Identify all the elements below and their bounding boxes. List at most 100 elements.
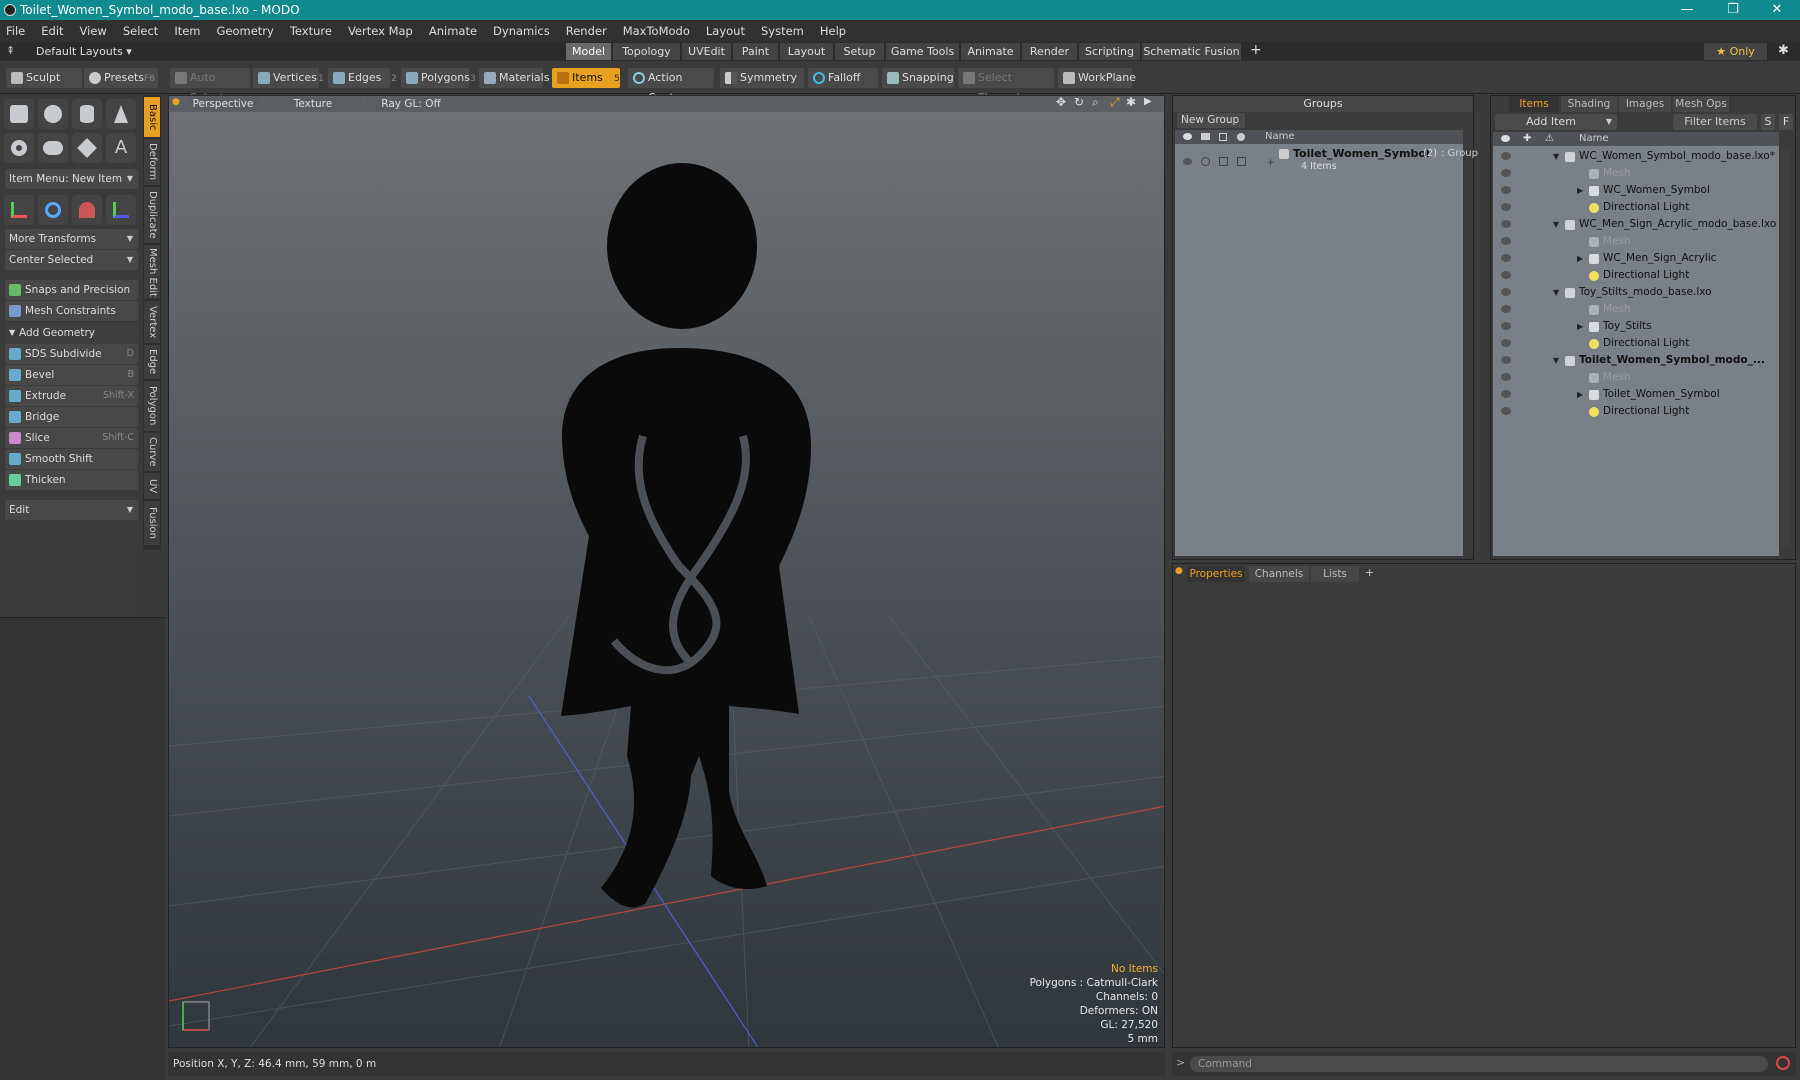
tab-model[interactable]: Model [566,43,612,60]
tab-shading[interactable]: Shading [1561,96,1617,112]
item-row[interactable]: Directional Light [1493,267,1779,284]
edit-dropdown[interactable]: Edit [5,500,138,520]
new-group-button[interactable]: New Group [1177,113,1245,128]
gear-icon[interactable]: ✱ [1778,43,1789,58]
snaps-precision-button[interactable]: Snaps and Precision [5,280,138,300]
vtab-fusion[interactable]: Fusion [144,501,160,545]
item-row[interactable]: ▼ WC_Men_Sign_Acrylic_modo_base.lxo [1493,216,1779,233]
bevel-button[interactable]: Bevel B [5,365,138,385]
tab-game-tools[interactable]: Game Tools [886,43,960,60]
menu-geometry[interactable]: Geometry [217,24,274,38]
menu-help[interactable]: Help [820,24,846,38]
vtab-polygon[interactable]: Polygon [144,381,160,431]
collapse-triangle-icon[interactable]: ▼ [1553,216,1559,233]
collapse-triangle-icon[interactable]: ▼ [1553,148,1559,165]
text-tool-icon[interactable]: A [106,133,136,163]
item-row[interactable]: ▶ Toy_Stilts [1493,318,1779,335]
only-toggle[interactable]: ★ Only [1704,43,1768,60]
eye-icon[interactable] [1501,254,1511,262]
menu-dynamics[interactable]: Dynamics [493,24,550,38]
select-toggle-icon[interactable] [1237,157,1246,166]
item-row[interactable]: Mesh [1493,369,1779,386]
menu-maxtomodo[interactable]: MaxToModo [623,24,690,38]
default-layouts-dropdown[interactable]: Default Layouts ▾ [36,45,132,58]
sculpt-button[interactable]: Sculpt [6,68,82,88]
vtab-edge[interactable]: Edge [144,345,160,379]
expand-triangle-icon[interactable]: ▶ [1577,182,1583,199]
tab-render[interactable]: Render [1022,43,1078,60]
tab-images[interactable]: Images [1619,96,1671,112]
record-macro-icon[interactable] [1776,1056,1790,1070]
smooth-shift-button[interactable]: Smooth Shift [5,449,138,469]
eye-icon[interactable] [1501,322,1511,330]
transform-tool-icon[interactable] [106,195,136,225]
cylinder-primitive-icon[interactable] [72,99,102,129]
auto-select-button[interactable]: Auto Select [170,68,250,104]
eye-icon[interactable] [1501,220,1511,228]
raygl-toggle[interactable]: Ray GL: Off [366,97,456,111]
polygons-button[interactable]: Polygons [401,68,470,88]
sphere-primitive-icon[interactable] [38,99,68,129]
viewport-menu-icon[interactable]: ● [172,97,180,107]
materials-button[interactable]: Materials [479,68,549,88]
item-row[interactable]: Directional Light [1493,199,1779,216]
add-item-dropdown[interactable]: Add Item [1495,114,1617,130]
properties-menu-icon[interactable]: ● [1175,566,1183,576]
lock-toggle-icon[interactable] [1219,157,1228,166]
sds-subdivide-button[interactable]: SDS Subdivide D [5,344,138,364]
layout-toggle-icon[interactable]: ⇞ [6,44,15,57]
vtab-mesh-edit[interactable]: Mesh Edit [144,245,160,299]
bridge-button[interactable]: Bridge [5,407,138,427]
tab-scripting[interactable]: Scripting [1079,43,1141,60]
viewport-settings-icon[interactable]: ✱ [1126,95,1136,109]
item-row[interactable]: ▶ Toilet_Women_Symbol [1493,386,1779,403]
menu-view[interactable]: View [80,24,107,38]
rotate-view-icon[interactable]: ↻ [1074,95,1084,109]
tab-uvedit[interactable]: UVEdit [682,43,732,60]
tab-layout[interactable]: Layout [780,43,834,60]
type-col-icon[interactable]: ⚠ [1545,132,1554,146]
tab-topology[interactable]: Topology [613,43,681,60]
tab-animate[interactable]: Animate [961,43,1021,60]
item-row[interactable]: ▼ Toilet_Women_Symbol_modo_... [1493,352,1779,369]
tab-properties[interactable]: Properties [1187,566,1245,582]
item-row[interactable]: Directional Light [1493,403,1779,420]
filter-f-button[interactable]: F [1779,114,1793,130]
minimize-button[interactable]: — [1664,0,1710,20]
move-tool-icon[interactable] [4,195,34,225]
eye-icon[interactable] [1501,339,1511,347]
action-center-button[interactable]: Action Center [628,68,714,104]
mesh-constraints-button[interactable]: Mesh Constraints [5,301,138,321]
menu-texture[interactable]: Texture [290,24,332,38]
render-toggle-icon[interactable] [1201,157,1210,166]
eye-icon[interactable] [1501,169,1511,177]
eye-icon[interactable] [1501,305,1511,313]
workplane-button[interactable]: WorkPlane [1058,68,1136,88]
render-col-icon[interactable] [1201,133,1210,140]
item-row[interactable]: Mesh [1493,165,1779,182]
vertices-button[interactable]: Vertices [253,68,319,88]
vtab-uv[interactable]: UV [144,473,160,499]
expand-triangle-icon[interactable]: ▶ [1577,386,1583,403]
eye-icon[interactable] [1501,152,1511,160]
eye-icon[interactable] [1501,373,1511,381]
extrude-button[interactable]: Extrude Shift-X [5,386,138,406]
add-properties-tab-button[interactable]: + [1365,566,1374,579]
falloff-button[interactable]: Falloff [808,68,878,88]
menu-item[interactable]: Item [174,24,200,38]
menu-file[interactable]: File [6,24,25,38]
vtab-vertex[interactable]: Vertex [144,301,160,343]
items-button[interactable]: Items [552,68,620,88]
command-input[interactable]: Command [1190,1056,1768,1072]
snapping-button[interactable]: Snapping [882,68,954,88]
add-tab-button[interactable]: + [1250,42,1262,58]
maximize-button[interactable]: ❐ [1710,0,1756,20]
pen-tool-icon[interactable] [72,133,102,163]
pan-icon[interactable]: ✥ [1056,95,1066,109]
tab-items[interactable]: Items [1509,96,1559,112]
eye-icon[interactable] [1501,203,1511,211]
expand-triangle-icon[interactable]: ▶ [1577,250,1583,267]
3d-viewport[interactable] [168,95,1165,1048]
visibility-col-icon[interactable] [1183,133,1192,140]
eye-icon[interactable] [1501,407,1511,415]
